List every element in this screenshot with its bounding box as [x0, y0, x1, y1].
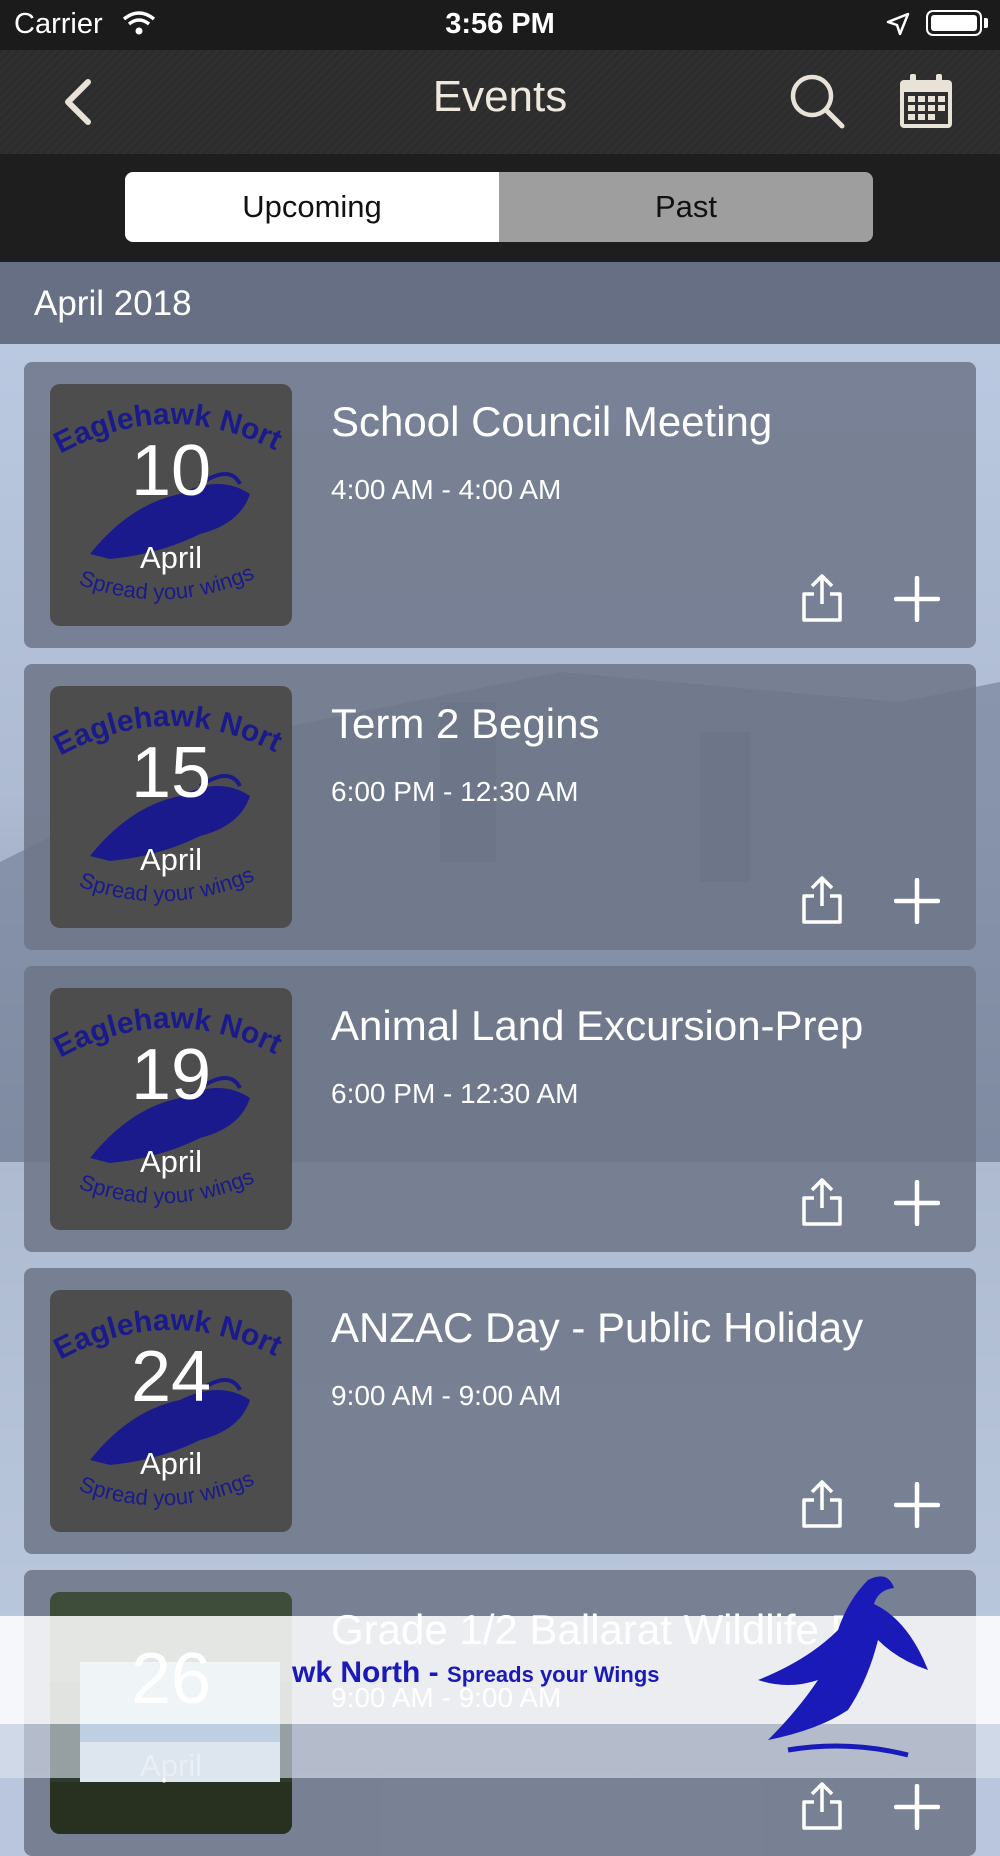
- add-to-calendar-icon[interactable]: [894, 878, 940, 924]
- page-title: Events: [432, 72, 568, 121]
- segment-past[interactable]: Past: [499, 172, 873, 242]
- calendar-icon[interactable]: [896, 72, 956, 132]
- add-to-calendar-icon[interactable]: [894, 1784, 940, 1830]
- segment-upcoming[interactable]: Upcoming: [125, 172, 499, 242]
- event-time: 6:00 PM - 12:30 AM: [331, 776, 579, 807]
- segmented-control: Upcoming Past: [125, 172, 873, 242]
- battery-icon: [926, 10, 982, 36]
- event-time: 4:00 AM - 4:00 AM: [331, 474, 562, 505]
- event-title: School Council Meeting: [331, 398, 773, 445]
- status-bar: Carrier 3:56 PM: [0, 0, 1000, 50]
- event-date-thumbnail: Eaglehawk North Spread your wings 10 Apr…: [50, 384, 292, 626]
- event-day: 24: [130, 1337, 212, 1417]
- event-month: April: [139, 1446, 202, 1481]
- event-card[interactable]: Eaglehawk North Spread your wings 19 Apr…: [24, 966, 976, 1252]
- event-card[interactable]: Eaglehawk North Spread your wings 24 Apr…: [24, 1268, 976, 1554]
- month-label: April 2018: [34, 284, 192, 323]
- eagle-logo-icon: [758, 1576, 928, 1758]
- event-time: 6:00 PM - 12:30 AM: [331, 1078, 579, 1109]
- event-month: April: [139, 540, 202, 575]
- add-to-calendar-icon[interactable]: [894, 1180, 940, 1226]
- event-month: April: [139, 1144, 202, 1179]
- segment-bar: Upcoming Past: [0, 154, 1000, 262]
- event-title: Animal Land Excursion-Prep: [331, 1002, 864, 1049]
- share-icon[interactable]: [800, 572, 844, 622]
- event-day: 10: [130, 431, 212, 511]
- month-section-header: April 2018: [0, 262, 1000, 344]
- share-icon[interactable]: [800, 1780, 844, 1830]
- share-icon[interactable]: [800, 874, 844, 924]
- event-title: Term 2 Begins: [331, 700, 600, 747]
- event-date-thumbnail: Eaglehawk North Spread your wings 19 Apr…: [50, 988, 292, 1230]
- event-month: April: [139, 842, 202, 877]
- add-to-calendar-icon[interactable]: [894, 576, 940, 622]
- event-time: 9:00 AM - 9:00 AM: [331, 1380, 562, 1411]
- event-card[interactable]: Eaglehawk North Spread your wings 15 Apr…: [24, 664, 976, 950]
- event-card[interactable]: Eaglehawk North Spread your wings 10 Apr…: [24, 362, 976, 648]
- share-icon[interactable]: [800, 1176, 844, 1226]
- event-title: ANZAC Day - Public Holiday: [331, 1304, 864, 1351]
- event-date-thumbnail: Eaglehawk North Spread your wings 15 Apr…: [50, 686, 292, 928]
- battery-tip: [984, 18, 988, 28]
- share-icon[interactable]: [800, 1478, 844, 1528]
- search-icon[interactable]: [786, 70, 846, 130]
- banner-text: wk North - Spreads your Wings: [292, 1656, 660, 1689]
- navigation-bar: Events: [0, 50, 1000, 154]
- event-day: 15: [130, 733, 212, 813]
- location-arrow-icon: [886, 12, 910, 36]
- event-day: 19: [130, 1035, 212, 1115]
- add-to-calendar-icon[interactable]: [894, 1482, 940, 1528]
- clock: 3:56 PM: [445, 8, 555, 40]
- event-date-thumbnail: Eaglehawk North Spread your wings 24 Apr…: [50, 1290, 292, 1532]
